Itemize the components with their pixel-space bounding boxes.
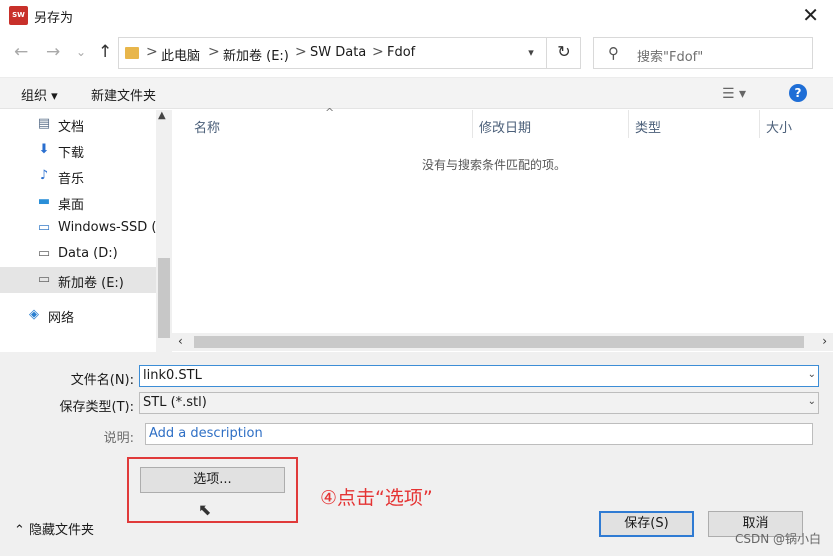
filetype-select[interactable]: STL (*.stl) ⌄	[139, 392, 819, 414]
column-divider[interactable]	[628, 110, 629, 138]
download-icon: ⬇	[38, 142, 50, 157]
view-options-icon[interactable]: ☰ ▾	[722, 86, 746, 102]
breadcrumb-separator[interactable]: >	[208, 44, 220, 60]
empty-results-message: 没有与搜索条件匹配的项。	[422, 158, 567, 172]
organize-menu[interactable]: 组织 ▾	[21, 85, 58, 104]
description-value[interactable]: Add a description	[149, 426, 263, 441]
column-header-size[interactable]: 大小	[766, 117, 792, 136]
breadcrumb-sw-data[interactable]: SW Data	[310, 45, 366, 60]
sidebar-item-label: 文档	[58, 120, 85, 135]
sidebar-scrollbar[interactable]: ▲	[156, 110, 172, 352]
scroll-left-icon[interactable]: ‹	[178, 334, 183, 348]
breadcrumb-separator[interactable]: >	[146, 44, 158, 60]
sidebar-item-music[interactable]: ♪ 音乐	[0, 163, 156, 189]
search-box[interactable]: ⚲ 搜索"Fdof"	[593, 37, 813, 69]
description-label: 说明:	[103, 431, 134, 446]
column-divider[interactable]	[759, 110, 760, 138]
sidebar-item-documents[interactable]: ▤ 文档	[0, 111, 156, 137]
drive-icon: ▭	[37, 272, 51, 287]
chevron-down-icon[interactable]: ⌄	[808, 369, 816, 380]
address-bar[interactable]: > 此电脑 > 新加卷 (E:) > SW Data > Fdof ▾	[118, 37, 581, 69]
recent-locations-dropdown[interactable]: ⌄	[76, 45, 86, 59]
desktop-icon: ▬	[37, 194, 51, 209]
filename-value[interactable]: link0.STL	[143, 368, 202, 383]
solidworks-app-icon: SW	[9, 6, 28, 25]
filename-label: 文件名(N):	[70, 373, 134, 388]
sidebar-item-windows-ssd[interactable]: ▭ Windows-SSD (	[0, 215, 156, 241]
sidebar-item-drive-e[interactable]: ▭ 新加卷 (E:)	[0, 267, 156, 293]
title-bar: SW 另存为 ✕	[0, 0, 833, 32]
column-header-modified[interactable]: 修改日期	[479, 117, 531, 136]
sidebar-scroll-thumb[interactable]	[158, 258, 170, 338]
breadcrumb-separator[interactable]: >	[295, 44, 307, 60]
navigation-pane: ▤ 文档 ⬇ 下载 ♪ 音乐 ▬ 桌面 ▭ Windows-SSD ( ▭ Da…	[0, 110, 172, 352]
sidebar-item-label: Windows-SSD (	[58, 220, 156, 235]
sidebar-item-label: 音乐	[58, 172, 85, 187]
refresh-button[interactable]: ↻	[546, 37, 581, 69]
hide-folders-label: 隐藏文件夹	[29, 523, 95, 538]
sidebar-item-label: Data (D:)	[58, 246, 118, 261]
music-icon: ♪	[39, 168, 49, 183]
drive-icon: ▭	[37, 220, 51, 235]
scroll-up-icon[interactable]: ▲	[158, 110, 166, 121]
scroll-right-icon[interactable]: ›	[822, 334, 827, 348]
annotation-callout: ④点击“选项”	[320, 487, 433, 509]
column-header-name[interactable]: 名称	[194, 117, 220, 136]
folder-icon	[125, 47, 139, 59]
horizontal-scrollbar[interactable]: ‹ ›	[172, 333, 833, 351]
command-toolbar: 组织 ▾ 新建文件夹 ☰ ▾ ?	[0, 77, 833, 109]
horizontal-scroll-thumb[interactable]	[194, 336, 804, 348]
up-button[interactable]: ↑	[98, 42, 112, 62]
close-button[interactable]: ✕	[802, 3, 819, 27]
breadcrumb-drive-e[interactable]: 新加卷 (E:)	[223, 45, 289, 64]
search-icon: ⚲	[608, 44, 619, 62]
navigation-bar: ← → ⌄ ↑ > 此电脑 > 新加卷 (E:) > SW Data > Fdo…	[0, 34, 833, 72]
chevron-down-icon[interactable]: ⌄	[808, 396, 816, 407]
breadcrumb-this-pc[interactable]: 此电脑	[161, 45, 200, 64]
breadcrumb-separator[interactable]: >	[372, 44, 384, 60]
address-dropdown-icon[interactable]: ▾	[518, 46, 544, 59]
options-button[interactable]: 选项...	[140, 467, 285, 493]
file-list: ^ 名称 修改日期 类型 大小 没有与搜索条件匹配的项。	[172, 106, 833, 352]
chevron-up-icon: ⌃	[14, 523, 25, 538]
search-placeholder: 搜索"Fdof"	[637, 50, 704, 65]
column-divider[interactable]	[472, 110, 473, 138]
network-icon: ◈	[29, 307, 39, 322]
watermark: CSDN @锅小白	[734, 532, 821, 546]
column-header-type[interactable]: 类型	[635, 117, 661, 136]
dialog-title: 另存为	[34, 11, 74, 26]
sidebar-item-network[interactable]: ◈ 网络	[0, 302, 146, 328]
help-icon[interactable]: ?	[789, 84, 807, 102]
forward-button[interactable]: →	[46, 42, 60, 62]
description-field[interactable]: Add a description	[145, 423, 813, 445]
sidebar-item-data-d[interactable]: ▭ Data (D:)	[0, 241, 156, 267]
sidebar-item-label: 桌面	[58, 198, 85, 213]
filetype-label: 保存类型(T):	[59, 400, 134, 415]
sidebar-item-label: 下载	[58, 146, 85, 161]
sidebar-item-downloads[interactable]: ⬇ 下载	[0, 137, 156, 163]
hide-folders-toggle[interactable]: ⌃ 隐藏文件夹	[14, 519, 94, 538]
sidebar-item-label: 网络	[48, 311, 75, 326]
filename-field[interactable]: link0.STL ⌄	[139, 365, 819, 387]
drive-icon: ▭	[37, 246, 51, 261]
filetype-value[interactable]: STL (*.stl)	[143, 395, 207, 410]
back-button[interactable]: ←	[14, 42, 28, 62]
breadcrumb-fdof[interactable]: Fdof	[387, 45, 415, 60]
save-button[interactable]: 保存(S)	[599, 511, 694, 537]
sidebar-item-desktop[interactable]: ▬ 桌面	[0, 189, 156, 215]
sort-caret-icon: ^	[325, 106, 335, 119]
mouse-cursor-icon: ⬉	[198, 500, 212, 519]
sidebar-item-label: 新加卷 (E:)	[58, 276, 124, 291]
new-folder-button[interactable]: 新建文件夹	[91, 85, 156, 104]
documents-icon: ▤	[37, 116, 51, 131]
